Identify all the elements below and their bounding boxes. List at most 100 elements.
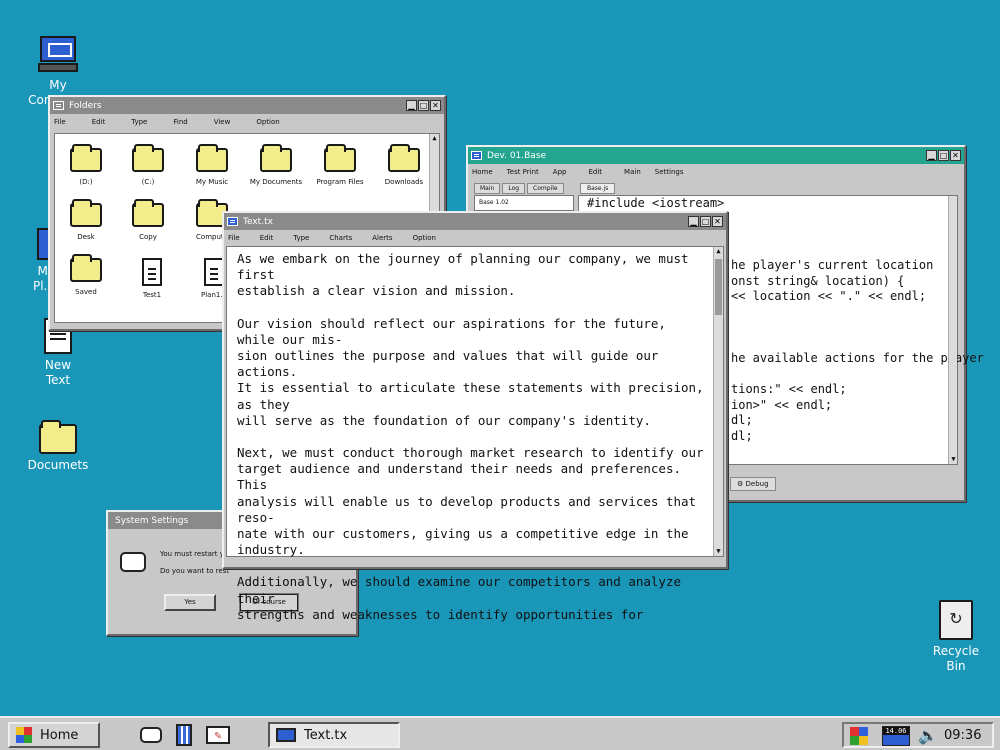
debug-icon: ⚙ <box>737 480 746 488</box>
code-scrollbar[interactable]: ▼ <box>948 196 957 464</box>
folder-item[interactable]: Saved <box>55 252 117 296</box>
scroll-up-icon[interactable]: ▲ <box>714 247 723 256</box>
minimize-button[interactable]: ▁ <box>688 216 699 227</box>
folder-item-label: Saved <box>75 288 97 296</box>
dev-titlebar[interactable]: Dev. 01.Base ▁ □ ✕ <box>468 147 964 164</box>
folders-titlebar[interactable]: Folders ▁ □ ✕ <box>50 97 444 114</box>
menu-find[interactable]: Find <box>173 118 187 126</box>
debug-label: Debug <box>745 480 769 488</box>
window-title: Dev. 01.Base <box>487 150 547 161</box>
desktop-icon-label: Documets <box>27 458 89 472</box>
folder-icon <box>132 199 164 227</box>
menu-charts[interactable]: Charts <box>329 234 352 242</box>
yes-button[interactable]: Yes <box>164 594 216 611</box>
menu-file[interactable]: File <box>228 234 240 242</box>
volume-icon[interactable]: 🔈 <box>918 726 938 746</box>
paint-icon[interactable]: ✎ <box>206 726 230 744</box>
project-tree: Base 1.02 <box>474 195 574 211</box>
text-menubar: File Edit Type Charts Alerts Option <box>224 230 726 245</box>
desktop-icon-label: Recycle Bin <box>932 644 980 673</box>
tree-item[interactable]: Base 1.02 <box>475 196 573 209</box>
text-scrollbar[interactable]: ▲ ▼ <box>713 247 723 556</box>
maximize-button[interactable]: □ <box>700 216 711 227</box>
taskbar: Home ✎ Text.tx 14.06 🔈 09:36 <box>0 716 1000 750</box>
close-button[interactable]: ✕ <box>430 100 441 111</box>
folder-item-label: Program Files <box>316 178 364 186</box>
chat-icon[interactable] <box>140 727 162 743</box>
folder-item[interactable]: Desk <box>55 197 117 241</box>
text-area[interactable]: As we embark on the journey of planning … <box>226 246 724 622</box>
menu-file[interactable]: File <box>54 118 66 126</box>
system-tray: 14.06 🔈 09:36 <box>842 722 994 748</box>
folder-item[interactable]: (D:) <box>55 142 117 186</box>
scroll-thumb[interactable] <box>715 259 722 315</box>
folder-item[interactable]: (C:) <box>117 142 179 186</box>
document-text: As we embark on the journey of planning … <box>237 251 709 639</box>
menu-home[interactable]: Home <box>472 168 493 176</box>
menu-alerts[interactable]: Alerts <box>372 234 392 242</box>
window-title: Folders <box>69 100 102 111</box>
menu-app[interactable]: App <box>553 168 567 176</box>
menu-edit[interactable]: Edit <box>260 234 274 242</box>
folder-icon <box>388 144 420 172</box>
folder-item-label: (D:) <box>79 178 93 186</box>
folders-menubar: File Edit Type Find View Option <box>50 114 444 129</box>
dialog-message-2: Do you want to rest <box>160 567 230 575</box>
window-icon <box>227 217 238 226</box>
dialog-message-1: You must restart yo <box>160 550 229 558</box>
close-button[interactable]: ✕ <box>712 216 723 227</box>
folder-item[interactable]: My Music <box>181 142 243 186</box>
tab-main[interactable]: Main <box>474 183 501 194</box>
maximize-button[interactable]: □ <box>938 150 949 161</box>
recycle-bin-icon <box>939 600 973 640</box>
folder-item[interactable]: Copy <box>117 197 179 241</box>
menu-main[interactable]: Main <box>624 168 641 176</box>
folder-icon <box>39 420 77 454</box>
desktop-icon-recycle-bin[interactable]: Recycle Bin <box>916 600 996 674</box>
text-titlebar[interactable]: Text.tx ▁ □ ✕ <box>224 213 726 230</box>
folder-item-label: Copy <box>139 233 157 241</box>
scroll-down-icon[interactable]: ▼ <box>714 547 723 556</box>
menu-edit[interactable]: Edit <box>588 168 602 176</box>
menu-type[interactable]: Type <box>293 234 309 242</box>
calculator-icon[interactable] <box>176 724 192 746</box>
maximize-button[interactable]: □ <box>418 100 429 111</box>
dev-tabs: Main Log Compile <box>474 183 564 194</box>
debug-tab[interactable]: ⚙ Debug <box>730 477 776 491</box>
folder-item[interactable]: Downloads <box>373 142 435 186</box>
task-window-icon <box>276 728 296 742</box>
calendar-widget[interactable]: 14.06 <box>882 726 910 746</box>
text-editor-window[interactable]: Text.tx ▁ □ ✕ File Edit Type Charts Aler… <box>222 211 728 622</box>
menu-option[interactable]: Option <box>413 234 436 242</box>
minimize-button[interactable]: ▁ <box>926 150 937 161</box>
tab-log[interactable]: Log <box>502 183 526 194</box>
file-item[interactable]: Test1 <box>121 258 183 299</box>
menu-settings[interactable]: Settings <box>655 168 684 176</box>
scroll-down-icon[interactable]: ▼ <box>949 455 958 464</box>
close-button[interactable]: ✕ <box>950 150 961 161</box>
menu-test-print[interactable]: Test Print <box>507 168 539 176</box>
menu-option[interactable]: Option <box>256 118 279 126</box>
window-icon <box>471 151 482 160</box>
minimize-button[interactable]: ▁ <box>406 100 417 111</box>
folder-item-label: (C:) <box>141 178 155 186</box>
desktop-icon-documents[interactable]: Documets <box>18 420 98 473</box>
menu-view[interactable]: View <box>214 118 231 126</box>
folder-icon <box>260 144 292 172</box>
desktop-icon-label: New Text <box>44 358 72 387</box>
window-icon <box>53 101 64 110</box>
folder-item[interactable]: My Documents <box>245 142 307 186</box>
paragraph: Our vision should reflect our aspiration… <box>237 315 704 428</box>
folder-icon <box>70 199 102 227</box>
task-text-window[interactable]: Text.tx <box>268 722 400 748</box>
menu-type[interactable]: Type <box>131 118 147 126</box>
tab-compile[interactable]: Compile <box>527 183 564 194</box>
file-tab[interactable]: Base.js <box>580 183 616 194</box>
network-icon[interactable] <box>850 727 868 745</box>
folder-item[interactable]: Program Files <box>309 142 371 186</box>
folder-item-label: My Documents <box>249 178 303 186</box>
menu-edit[interactable]: Edit <box>92 118 106 126</box>
calendar-date: 14.06 <box>883 727 909 735</box>
home-button[interactable]: Home <box>8 722 100 748</box>
scroll-up-icon[interactable]: ▲ <box>430 134 439 143</box>
